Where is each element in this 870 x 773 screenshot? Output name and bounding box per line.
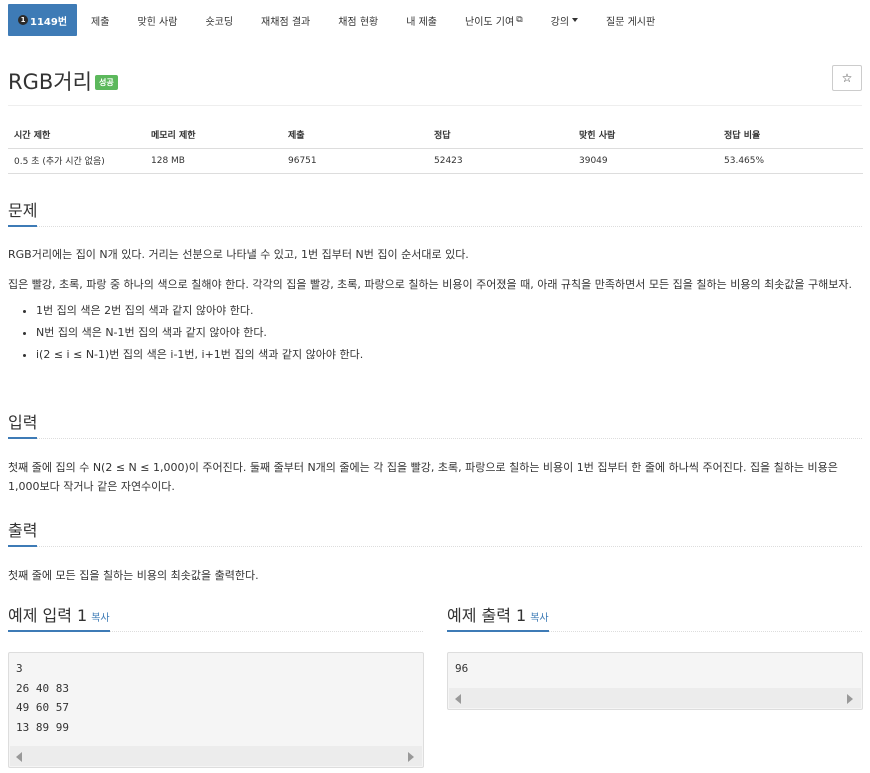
problem-description-section: 문제 RGB거리에는 집이 N개 있다. 거리는 선분으로 나타낼 수 있고, … xyxy=(8,199,862,366)
sample-output-section: 예제 출력 1 복사 xyxy=(447,604,862,632)
favorite-star-button[interactable]: ☆ xyxy=(832,65,862,91)
sample-output-heading: 예제 출력 1 xyxy=(447,606,527,625)
sample-input-box[interactable]: 3 26 40 83 49 60 57 13 89 99 xyxy=(8,652,424,768)
tab-submit[interactable]: 제출 xyxy=(77,4,123,36)
memory-limit-value: 128 MB xyxy=(145,148,282,174)
section-header: 예제 입력 1 복사 xyxy=(8,604,423,632)
scroll-left-icon[interactable] xyxy=(16,752,22,762)
tab-lectures-label: 강의 xyxy=(550,16,570,28)
section-title-output: 출력 xyxy=(8,517,38,547)
sample-input-title: 예제 입력 1 복사 xyxy=(8,602,110,632)
tab-problem-label: 1149번 xyxy=(30,16,68,28)
tab-lectures[interactable]: 강의 xyxy=(537,4,592,36)
sample-input-heading: 예제 입력 1 xyxy=(8,606,88,625)
header-memory-limit: 메모리 제한 xyxy=(145,121,282,149)
tab-short-coding[interactable]: 숏코딩 xyxy=(191,4,247,36)
problem-info-table: 시간 제한 메모리 제한 제출 정답 맞힌 사람 정답 비율 0.5 초 (추가… xyxy=(8,121,863,174)
tab-solved-users[interactable]: 맞힌 사람 xyxy=(123,4,191,36)
sample-input-content: 3 26 40 83 49 60 57 13 89 99 xyxy=(16,662,69,734)
header-accepted: 정답 xyxy=(428,121,573,149)
input-description: 첫째 줄에 집의 수 N(2 ≤ N ≤ 1,000)이 주어진다. 둘째 줄부… xyxy=(8,461,838,493)
external-link-icon: ⧉ xyxy=(516,15,523,25)
tab-question-board[interactable]: 질문 게시판 xyxy=(592,4,669,36)
tier-badge-icon: 1 xyxy=(18,15,28,25)
header-solved-users: 맞힌 사람 xyxy=(573,121,718,149)
list-item: 1번 집의 색은 2번 집의 색과 같지 않아야 한다. xyxy=(36,300,862,322)
section-header: 출력 xyxy=(8,519,862,547)
tab-difficulty-label: 난이도 기여 xyxy=(465,16,515,28)
submissions-value: 96751 xyxy=(282,148,428,174)
scroll-right-icon[interactable] xyxy=(847,694,853,704)
header-accept-ratio: 정답 비율 xyxy=(718,121,863,149)
tab-difficulty-contribution[interactable]: 난이도 기여 ⧉ xyxy=(451,4,537,36)
sample-input-section: 예제 입력 1 복사 xyxy=(8,604,423,632)
rules-list: 1번 집의 색은 2번 집의 색과 같지 않아야 한다. N번 집의 색은 N-… xyxy=(36,300,862,366)
section-header: 문제 xyxy=(8,199,862,227)
caret-down-icon xyxy=(572,18,579,22)
section-title-input: 입력 xyxy=(8,409,38,439)
problem-title-row: RGB거리 성공 ☆ xyxy=(8,62,862,106)
info-table-header-row: 시간 제한 메모리 제한 제출 정답 맞힌 사람 정답 비율 xyxy=(8,121,863,149)
output-description: 첫째 줄에 모든 집을 칠하는 비용의 최솟값을 출력한다. xyxy=(8,569,259,582)
solved-users-value: 39049 xyxy=(573,148,718,174)
scroll-right-icon[interactable] xyxy=(408,752,414,762)
sample-output-title: 예제 출력 1 복사 xyxy=(447,602,549,632)
horizontal-scrollbar[interactable] xyxy=(10,746,422,766)
sample-output-content: 96 xyxy=(455,662,469,675)
sample-output-box[interactable]: 96 xyxy=(447,652,863,710)
list-item: N번 집의 색은 N-1번 집의 색과 같지 않아야 한다. xyxy=(36,322,862,344)
tab-my-submissions[interactable]: 내 제출 xyxy=(392,4,451,36)
table-row: 0.5 초 (추가 시간 없음) 128 MB 96751 52423 3904… xyxy=(8,148,863,174)
section-header: 입력 xyxy=(8,411,862,439)
accept-ratio-value: 53.465% xyxy=(718,148,863,174)
scroll-left-icon[interactable] xyxy=(455,694,461,704)
tab-rejudge-results[interactable]: 재채점 결과 xyxy=(247,4,324,36)
time-limit-value: 0.5 초 (추가 시간 없음) xyxy=(8,148,145,174)
section-title-problem: 문제 xyxy=(8,197,38,227)
status-badge: 성공 xyxy=(95,75,118,90)
horizontal-scrollbar[interactable] xyxy=(449,688,861,708)
section-header: 예제 출력 1 복사 xyxy=(447,604,862,632)
accepted-value: 52423 xyxy=(428,148,573,174)
tab-judge-status[interactable]: 채점 현황 xyxy=(324,4,392,36)
copy-sample-output-button[interactable]: 복사 xyxy=(530,613,548,624)
problem-paragraph-1: RGB거리에는 집이 N개 있다. 거리는 선분으로 나타낼 수 있고, 1번 … xyxy=(8,248,469,261)
problem-nav: 1 1149번 제출 맞힌 사람 숏코딩 재채점 결과 채점 현황 내 제출 난… xyxy=(8,4,669,36)
input-section: 입력 첫째 줄에 집의 수 N(2 ≤ N ≤ 1,000)이 주어진다. 둘째… xyxy=(8,411,862,496)
problem-paragraph-2: 집은 빨강, 초록, 파랑 중 하나의 색으로 칠해야 한다. 각각의 집을 빨… xyxy=(8,278,853,291)
tab-problem[interactable]: 1 1149번 xyxy=(8,4,78,36)
list-item: i(2 ≤ i ≤ N-1)번 집의 색은 i-1번, i+1번 집의 색과 같… xyxy=(36,344,862,366)
header-time-limit: 시간 제한 xyxy=(8,121,145,149)
output-section: 출력 첫째 줄에 모든 집을 칠하는 비용의 최솟값을 출력한다. xyxy=(8,519,862,585)
header-submissions: 제출 xyxy=(282,121,428,149)
star-icon: ☆ xyxy=(841,71,853,85)
copy-sample-input-button[interactable]: 복사 xyxy=(91,613,109,624)
problem-title: RGB거리 xyxy=(8,70,92,94)
